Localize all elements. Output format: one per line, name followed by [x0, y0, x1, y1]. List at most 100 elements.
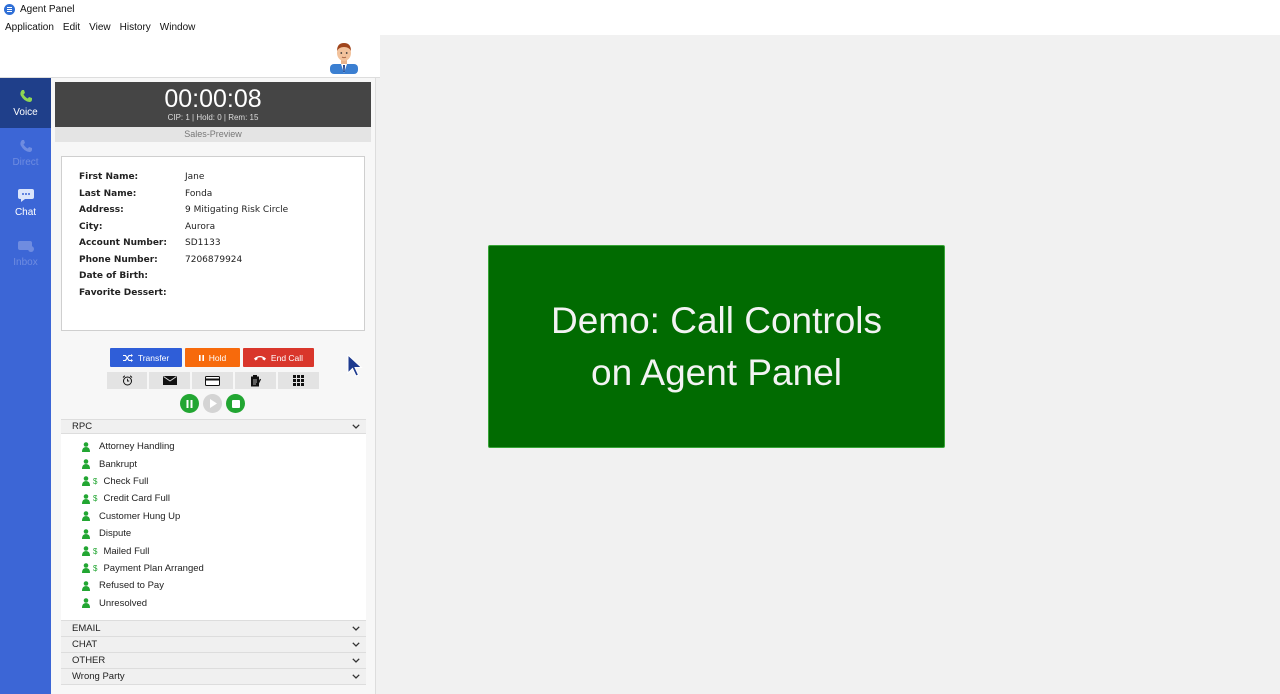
disposition-item[interactable]: Dispute [61, 525, 366, 542]
chevron-down-icon [352, 658, 360, 663]
contact-row: Date of Birth: [62, 268, 364, 285]
money-icon: $ [93, 476, 98, 486]
envelope-icon [162, 376, 177, 385]
contact-row: Address: 9 Mitigating Risk Circle [62, 202, 364, 219]
contact-value: 9 Mitigating Risk Circle [185, 205, 289, 216]
chevron-down-icon [352, 626, 360, 631]
nav-direct-label: Direct [12, 156, 39, 168]
title-bar: Agent Panel [0, 0, 1280, 19]
money-icon: $ [93, 494, 98, 504]
left-nav: Voice Direct Chat Inbox [0, 78, 51, 694]
disposition-group-wrong-party[interactable]: Wrong Party [61, 669, 366, 685]
resume-recording-button[interactable] [203, 394, 222, 413]
contact-value: Fonda [185, 188, 213, 199]
disposition-item[interactable]: Bankrupt [61, 455, 366, 472]
pause-icon [198, 354, 204, 361]
disposition-group-chat[interactable]: CHAT [61, 637, 366, 653]
disposition-list: Attorney Handling Bankrupt $ Check Full … [61, 434, 366, 621]
disposition-item[interactable]: Refused to Pay [61, 577, 366, 594]
menu-window[interactable]: Window [160, 22, 196, 33]
group-label: Wrong Party [72, 671, 125, 682]
hold-button[interactable]: Hold [185, 348, 240, 367]
transfer-button[interactable]: Transfer [110, 348, 182, 367]
disposition-label: Credit Card Full [103, 493, 170, 505]
disposition-label: Customer Hung Up [99, 510, 181, 522]
chat-icon [17, 189, 34, 202]
campaign-name: Sales-Preview [55, 127, 371, 142]
nav-chat[interactable]: Chat [0, 178, 51, 228]
disposition-item[interactable]: $ Payment Plan Arranged [61, 560, 366, 577]
end-call-button[interactable]: End Call [243, 348, 314, 367]
callback-button[interactable] [107, 372, 147, 389]
disposition-item[interactable]: Unresolved [61, 595, 366, 612]
alarm-clock-icon [122, 375, 132, 386]
disposition-label: Bankrupt [99, 458, 138, 470]
credit-card-icon [205, 375, 220, 386]
chevron-down-icon [352, 424, 360, 429]
dialpad-button[interactable] [278, 372, 319, 389]
contact-label: First Name: [79, 172, 139, 183]
contact-row: City: Aurora [62, 219, 364, 236]
disposition-label: Unresolved [99, 597, 148, 609]
menu-history[interactable]: History [120, 22, 151, 33]
inbox-icon [17, 241, 34, 252]
money-icon: $ [93, 563, 98, 573]
demo-title-line2: on Agent Panel [591, 351, 842, 393]
notes-button[interactable] [235, 372, 276, 389]
contact-info-card: First Name: Jane Last Name: Fonda Address:… [61, 156, 365, 331]
contact-value: 7206879924 [185, 254, 243, 265]
contact-row: First Name: Jane [62, 169, 364, 186]
nav-voice-label: Voice [13, 106, 38, 118]
group-label: OTHER [72, 655, 106, 666]
nav-inbox[interactable]: Inbox [0, 228, 51, 278]
nav-voice[interactable]: Voice [0, 78, 51, 128]
disposition-group-rpc[interactable]: RPC [61, 419, 366, 434]
disposition-label: Payment Plan Arranged [103, 562, 204, 574]
menu-application[interactable]: Application [5, 22, 54, 33]
money-icon: $ [93, 546, 98, 556]
disposition-group-email[interactable]: EMAIL [61, 621, 366, 637]
menu-view[interactable]: View [89, 22, 111, 33]
group-label: RPC [72, 421, 93, 432]
pause-recording-button[interactable] [180, 394, 199, 413]
disposition-label: Check Full [103, 475, 149, 487]
person-icon [82, 476, 90, 487]
disposition-item[interactable]: $ Mailed Full [61, 542, 366, 559]
stop-icon [231, 399, 240, 408]
person-icon [82, 581, 90, 591]
stop-recording-button[interactable] [226, 394, 245, 413]
contact-value: Jane [185, 172, 205, 183]
mouse-cursor-icon [347, 354, 363, 377]
disposition-item[interactable]: Customer Hung Up [61, 508, 366, 525]
email-button[interactable] [149, 372, 190, 389]
contact-label: Date of Birth: [79, 271, 149, 282]
contact-label: Account Number: [79, 238, 167, 249]
person-icon [82, 494, 90, 504]
contact-label: City: [79, 221, 103, 232]
person-icon [82, 441, 90, 452]
disposition-group-other[interactable]: OTHER [61, 653, 366, 669]
person-icon [82, 598, 90, 609]
phone-icon [19, 139, 32, 152]
disposition-item[interactable]: Attorney Handling [61, 438, 366, 455]
end-call-label: End Call [270, 352, 304, 363]
disposition-item[interactable]: $ Credit Card Full [61, 490, 366, 507]
hold-label: Hold [208, 352, 227, 363]
menu-edit[interactable]: Edit [63, 22, 80, 33]
panel-header [0, 35, 380, 78]
app-icon [4, 4, 15, 15]
contact-row: Phone Number: 7206879924 [62, 252, 364, 269]
contact-value: Aurora [185, 221, 216, 232]
payment-button[interactable] [192, 372, 233, 389]
contact-value: SD1133 [185, 238, 221, 249]
disposition-item[interactable]: $ Check Full [61, 473, 366, 490]
window-title: Agent Panel [20, 4, 75, 15]
demo-title-overlay: Demo: Call Controls on Agent Panel [488, 245, 945, 448]
person-icon [82, 528, 90, 539]
pause-icon [186, 399, 193, 408]
agent-avatar[interactable] [327, 40, 361, 74]
nav-direct[interactable]: Direct [0, 128, 51, 178]
person-icon [82, 459, 90, 470]
chevron-down-icon [352, 642, 360, 647]
disposition-label: Mailed Full [103, 545, 150, 557]
